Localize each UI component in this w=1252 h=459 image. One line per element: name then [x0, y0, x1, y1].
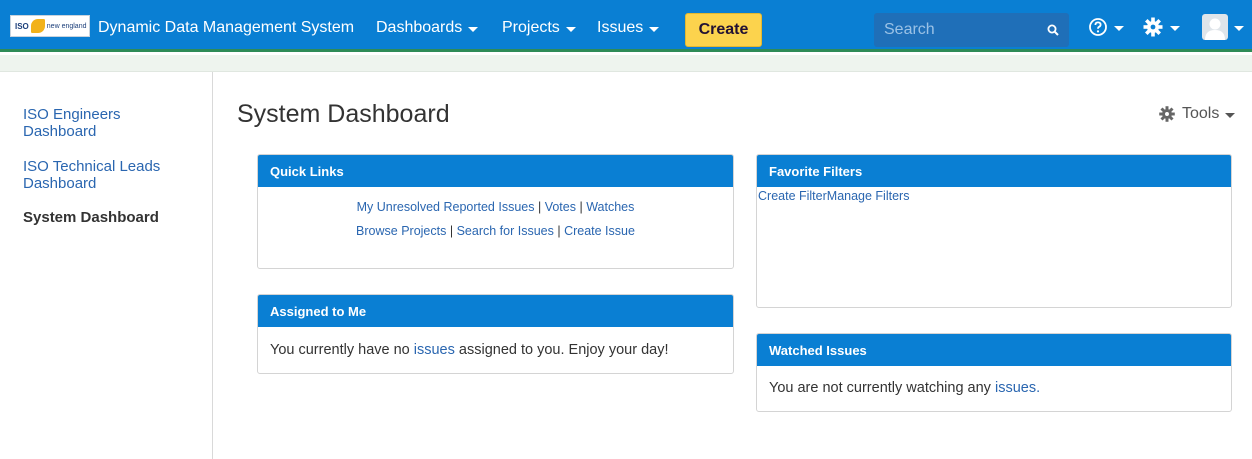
link-votes[interactable]: Votes: [545, 200, 576, 214]
separator: |: [449, 224, 457, 238]
sidebar-item-system-dashboard: System Dashboard: [23, 209, 159, 226]
chevron-down-icon: [1234, 25, 1244, 31]
nav-dashboards[interactable]: Dashboards: [376, 19, 479, 37]
quick-links-row-2: Browse Projects | Search for Issues | Cr…: [258, 219, 733, 243]
watched-issues-header: Watched Issues: [757, 334, 1231, 366]
search-box: [874, 13, 1069, 47]
nav-issues-label: Issues: [597, 19, 644, 36]
link-my-unresolved-issues[interactable]: My Unresolved Reported Issues: [357, 200, 535, 214]
assigned-to-me-gadget: Assigned to Me You currently have no iss…: [257, 294, 734, 374]
watched-text-before: You are not currently watching any: [769, 380, 995, 396]
chevron-down-icon: [1225, 112, 1236, 118]
quick-links-header: Quick Links: [258, 155, 733, 187]
app-title[interactable]: Dynamic Data Management System: [98, 19, 354, 37]
watched-message: You are not currently watching any issue…: [757, 366, 1231, 396]
link-manage-filters[interactable]: Manage Filters: [827, 189, 910, 203]
top-navigation-bar: ISO new england Dynamic Data Management …: [0, 0, 1252, 52]
help-icon: [1089, 18, 1107, 36]
search-icon[interactable]: [1047, 24, 1059, 36]
favorite-filters-gadget: Favorite Filters Create FilterManage Fil…: [756, 154, 1232, 308]
tools-menu[interactable]: Tools: [1158, 105, 1236, 123]
nav-projects[interactable]: Projects: [502, 19, 576, 37]
help-menu[interactable]: [1088, 17, 1124, 37]
page-title: System Dashboard: [237, 100, 450, 128]
link-watches[interactable]: Watches: [586, 200, 634, 214]
quick-links-row-1: My Unresolved Reported Issues | Votes | …: [258, 195, 733, 219]
sidebar-item-iso-engineers[interactable]: ISO Engineers Dashboard: [23, 106, 173, 140]
nav-issues[interactable]: Issues: [597, 19, 660, 37]
link-issues[interactable]: issues.: [995, 380, 1040, 396]
sidebar-item-iso-technical-leads[interactable]: ISO Technical Leads Dashboard: [23, 158, 183, 192]
link-create-filter[interactable]: Create Filter: [758, 189, 827, 203]
chevron-down-icon: [1114, 25, 1124, 31]
assigned-text-after: assigned to you. Enjoy your day!: [454, 342, 669, 358]
search-input[interactable]: [884, 19, 1034, 41]
chevron-down-icon: [565, 26, 576, 32]
gear-icon: [1143, 17, 1163, 37]
logo-subtext: new england: [46, 22, 87, 30]
assigned-text-before: You currently have no: [270, 342, 414, 358]
link-browse-projects[interactable]: Browse Projects: [356, 224, 446, 238]
logo-text: ISO: [15, 21, 29, 31]
link-issues[interactable]: issues: [414, 342, 455, 358]
logo-swoosh-icon: [30, 19, 45, 33]
create-button[interactable]: Create: [685, 13, 762, 47]
assigned-message: You currently have no issues assigned to…: [258, 327, 733, 358]
nav-projects-label: Projects: [502, 19, 560, 36]
favorite-filters-body: Create FilterManage Filters: [757, 187, 1231, 203]
link-create-issue[interactable]: Create Issue: [564, 224, 635, 238]
quick-links-gadget: Quick Links My Unresolved Reported Issue…: [257, 154, 734, 269]
iso-logo[interactable]: ISO new england: [10, 15, 90, 37]
settings-menu[interactable]: [1142, 16, 1180, 38]
user-menu[interactable]: [1202, 14, 1244, 40]
favorite-filters-header: Favorite Filters: [757, 155, 1231, 187]
dashboard-sidebar: ISO Engineers Dashboard ISO Technical Le…: [0, 72, 213, 459]
sub-header-strip: [0, 55, 1252, 72]
gear-icon: [1159, 106, 1175, 122]
chevron-down-icon: [649, 26, 660, 32]
user-silhouette-icon: [1205, 18, 1225, 40]
assigned-to-me-header: Assigned to Me: [258, 295, 733, 327]
separator: |: [537, 200, 545, 214]
link-search-for-issues[interactable]: Search for Issues: [457, 224, 554, 238]
avatar: [1202, 14, 1228, 40]
chevron-down-icon: [468, 26, 479, 32]
tools-label: Tools: [1182, 105, 1220, 122]
chevron-down-icon: [1170, 25, 1180, 31]
nav-dashboards-label: Dashboards: [376, 19, 463, 36]
quick-links-body: My Unresolved Reported Issues | Votes | …: [258, 195, 733, 243]
watched-issues-gadget: Watched Issues You are not currently wat…: [756, 333, 1232, 412]
